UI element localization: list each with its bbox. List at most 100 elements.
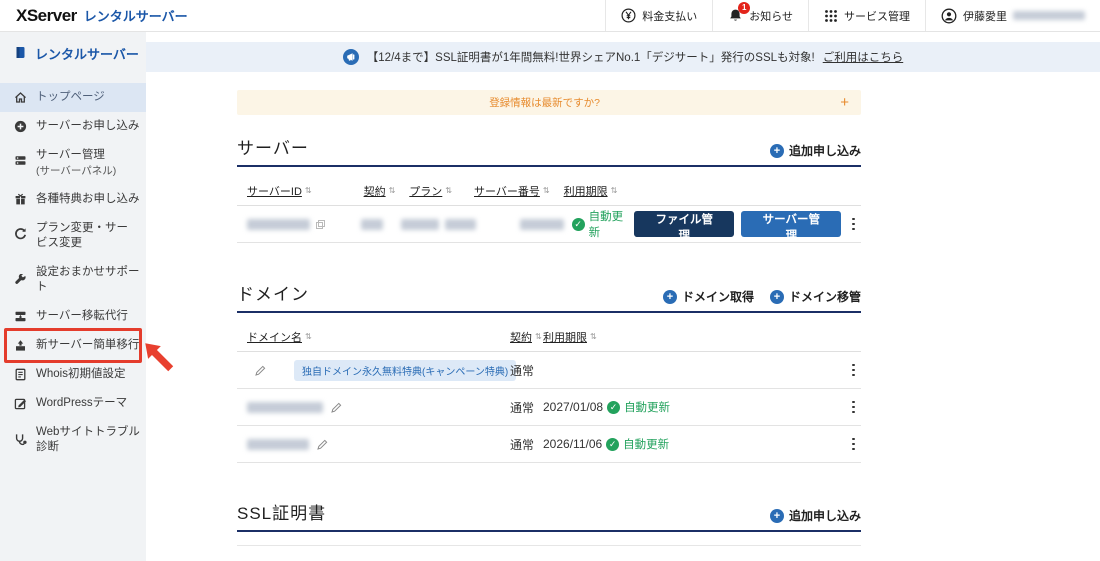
masked-server-id	[247, 218, 311, 230]
masked-domain-name	[247, 438, 309, 450]
sidebar-item-whois[interactable]: Whois初期値設定	[0, 360, 146, 389]
ssl-empty-state: ご利用中のSSL証明書はありません。	[237, 546, 861, 561]
nav-notifications-label: お知らせ	[749, 10, 793, 23]
domain-acquire-button[interactable]: + ドメイン取得	[662, 288, 754, 305]
campaign-link[interactable]: ご利用はこちら	[823, 49, 904, 65]
app-window: XServer レンタルサーバー 料金支払い 1 お知らせ サービス管理 伊藤愛…	[0, 0, 1100, 561]
server-col-id[interactable]: サーバーID ⇅	[247, 183, 312, 199]
nav-service-management[interactable]: サービス管理	[808, 0, 925, 31]
sidebar-item-label: 各種特典お申し込み	[36, 193, 140, 206]
masked-plan	[401, 218, 439, 230]
nav-payment-label: 料金支払い	[642, 10, 698, 23]
plus-circle-icon: +	[769, 143, 784, 158]
server-manager-button[interactable]: サーバー管理	[741, 211, 842, 242]
masked-contract	[361, 218, 384, 230]
sidebar-item-label: WordPressテーマ	[36, 396, 128, 409]
server-col-contract[interactable]: 契約 ⇅	[364, 183, 396, 199]
server-book-icon	[14, 46, 27, 62]
domain-expire-date: 2027/01/08	[543, 400, 604, 414]
user-circle-icon	[941, 8, 957, 24]
sidebar-item-label: サーバーお申し込み	[36, 119, 140, 132]
domain-col-expire[interactable]: 利用期限 ⇅	[543, 329, 597, 345]
sidebar-item-plan-change[interactable]: プラン変更・サービス変更	[0, 214, 146, 258]
sidebar-item-easy-migration[interactable]: 新サーバー簡単移行	[0, 328, 146, 364]
sidebar-item-wordpress-theme[interactable]: WordPressテーマ	[0, 389, 146, 418]
masked-account-id	[1013, 11, 1085, 20]
sidebar-item-managed-support[interactable]: 設定おまかせサポート	[0, 258, 146, 302]
server-section-title: サーバー	[237, 139, 309, 158]
server-icon	[14, 154, 27, 167]
server-add-button[interactable]: + 追加申し込み	[769, 142, 861, 159]
logo-brand: XServer	[16, 5, 77, 25]
file-manager-button[interactable]: ファイル管理	[634, 211, 735, 242]
gift-icon	[14, 193, 27, 206]
plus-circle-icon: +	[769, 289, 784, 304]
row-menu-icon[interactable]	[846, 214, 861, 235]
sort-icon: ⇅	[304, 186, 312, 195]
domain-table-row: 通常 2026/11/06 ✓ 自動更新	[237, 426, 861, 463]
masked-server-number	[444, 218, 477, 230]
domain-free-badge: 独自ドメイン永久無料特典(キャンペーン特典)	[294, 359, 517, 381]
plus-circle-icon: +	[662, 289, 677, 304]
nav-account[interactable]: 伊藤愛里	[925, 0, 1100, 31]
server-table-header: サーバーID ⇅ 契約 ⇅ プラン ⇅ サーバー番号 ⇅ 利用期限 ⇅	[237, 176, 861, 206]
nav-payment[interactable]: 料金支払い	[605, 0, 712, 31]
sort-icon: ⇅	[590, 332, 597, 341]
server-col-plan[interactable]: プラン ⇅	[409, 183, 452, 199]
pencil-icon[interactable]	[331, 402, 342, 413]
bell-icon: 1	[728, 2, 751, 23]
sort-icon: ⇅	[388, 186, 396, 195]
domain-section-title: ドメイン	[237, 285, 309, 304]
ssl-add-button[interactable]: + 追加申し込み	[769, 507, 861, 524]
sidebar-service-title-label: レンタルサーバー	[35, 47, 139, 62]
check-circle-icon: ✓	[571, 217, 585, 231]
domain-contract: 通常	[510, 363, 535, 378]
campaign-text: 【12/4まで】SSL証明書が1年間無料!世界シェアNo.1「デジサート」発行の…	[366, 52, 815, 64]
refresh-icon	[14, 227, 27, 240]
copy-icon[interactable]	[316, 219, 326, 229]
check-circle-icon: ✓	[606, 437, 620, 451]
nav-account-label: 伊藤愛里	[963, 10, 1007, 23]
sidebar-item-server-apply[interactable]: サーバーお申し込み	[0, 112, 146, 141]
masked-domain-name	[247, 401, 323, 413]
nav-service-management-label: サービス管理	[844, 10, 910, 23]
pencil-icon[interactable]	[255, 365, 266, 376]
sidebar-item-label: Whois初期値設定	[36, 368, 126, 381]
row-menu-icon[interactable]	[846, 397, 861, 418]
sidebar: レンタルサーバー トップページ サーバーお申し込み サーバー管理 (サーバーパネ…	[0, 32, 146, 561]
nav-notifications[interactable]: 1 お知らせ	[712, 0, 808, 31]
sidebar-item-benefits[interactable]: 各種特典お申し込み	[0, 185, 146, 214]
sidebar-service-title[interactable]: レンタルサーバー	[0, 32, 146, 75]
sidebar-item-server-transfer[interactable]: サーバー移転代行	[0, 302, 146, 331]
plus-circle-icon: +	[769, 508, 784, 523]
sort-icon: ⇅	[535, 332, 542, 341]
sort-icon: ⇅	[542, 186, 550, 195]
domain-col-contract[interactable]: 契約 ⇅	[510, 329, 543, 345]
sidebar-item-server-panel[interactable]: サーバー管理 (サーバーパネル)	[0, 141, 146, 186]
home-icon	[14, 91, 27, 104]
server-col-expire[interactable]: 利用期限 ⇅	[564, 183, 618, 199]
plus-circle-icon	[14, 120, 27, 133]
ssl-table-header-empty	[237, 532, 861, 546]
wrench-icon	[14, 273, 27, 287]
logo[interactable]: XServer レンタルサーバー	[0, 6, 188, 26]
row-menu-icon[interactable]	[846, 434, 861, 455]
auto-renew-label: 自動更新	[624, 402, 671, 414]
registration-info-accordion[interactable]: 登録情報は最新ですか? +	[237, 90, 861, 115]
main-area: 【12/4まで】SSL証明書が1年間無料!世界シェアNo.1「デジサート」発行の…	[146, 32, 1100, 561]
row-menu-icon[interactable]	[846, 360, 861, 381]
sidebar-item-trouble-diagnosis[interactable]: Webサイトトラブル診断	[0, 418, 146, 462]
domain-table-row: 通常 2027/01/08 ✓ 自動更新	[237, 389, 861, 426]
sort-icon: ⇅	[610, 186, 618, 195]
server-col-number[interactable]: サーバー番号 ⇅	[474, 183, 550, 199]
sidebar-item-top-page[interactable]: トップページ	[0, 83, 146, 112]
campaign-banner: 【12/4まで】SSL証明書が1年間無料!世界シェアNo.1「デジサート」発行の…	[146, 42, 1100, 72]
top-header: XServer レンタルサーバー 料金支払い 1 お知らせ サービス管理 伊藤愛…	[0, 0, 1100, 32]
sidebar-item-label: 新サーバー簡単移行	[36, 339, 140, 352]
accordion-expand-icon: +	[840, 94, 849, 111]
domain-table-row: 独自ドメイン永久無料特典(キャンペーン特典) 通常	[237, 352, 861, 389]
domain-transfer-button[interactable]: + ドメイン移管	[769, 288, 861, 305]
domain-col-name[interactable]: ドメイン名 ⇅	[247, 329, 312, 345]
pencil-icon[interactable]	[317, 439, 328, 450]
domain-section-header: ドメイン + ドメイン取得 + ドメイン移管	[237, 280, 861, 313]
